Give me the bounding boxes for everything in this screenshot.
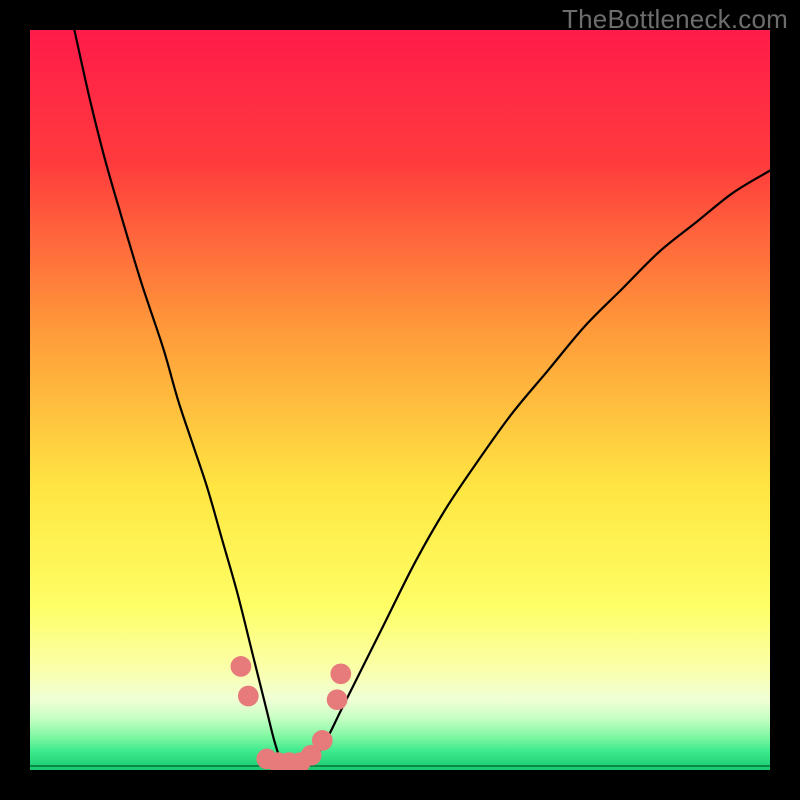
marker-dot [238, 686, 259, 707]
marker-dot [312, 730, 333, 751]
chart-frame: TheBottleneck.com [0, 0, 800, 800]
highlight-markers [30, 30, 770, 770]
plot-area [30, 30, 770, 770]
marker-dot [327, 689, 348, 710]
marker-dot [231, 656, 252, 677]
watermark-text: TheBottleneck.com [562, 4, 788, 35]
marker-dot [330, 663, 351, 684]
